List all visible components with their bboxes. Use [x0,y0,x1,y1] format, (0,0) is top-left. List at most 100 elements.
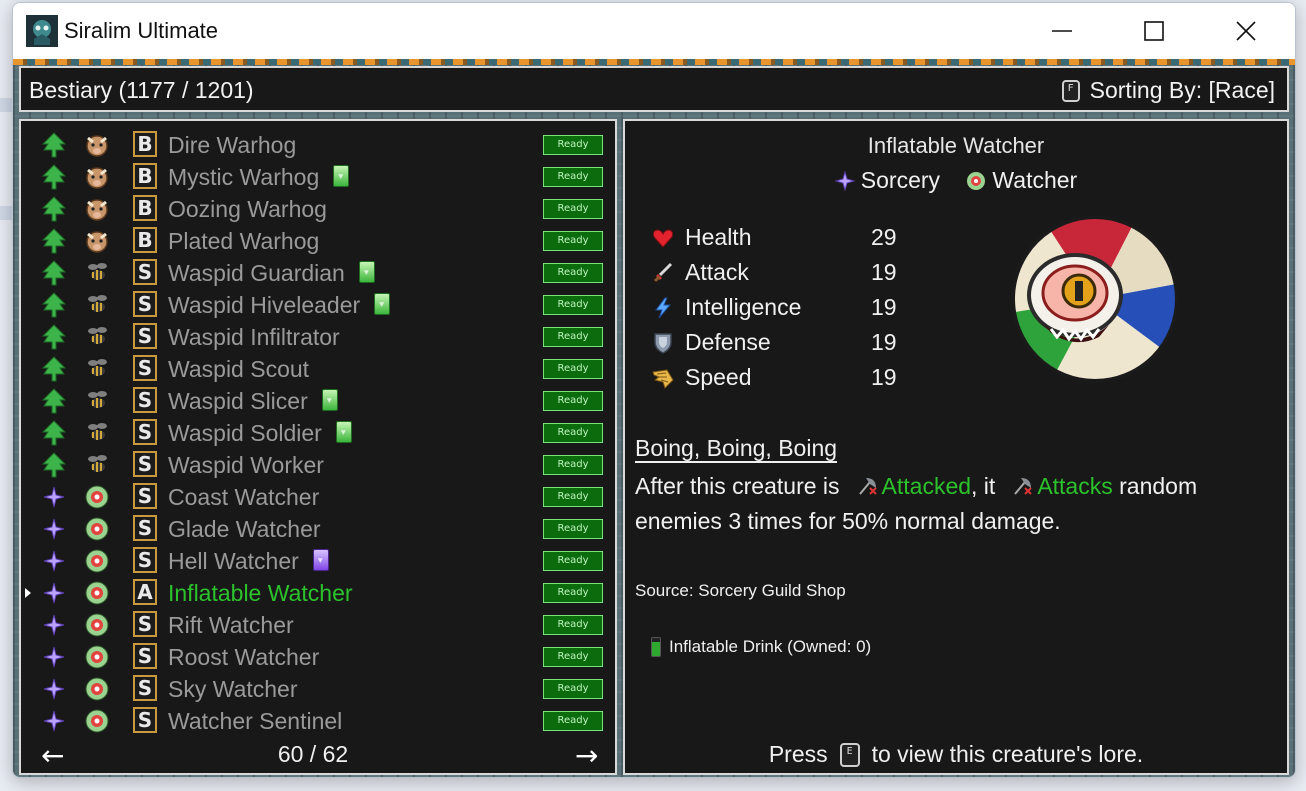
class-label: Sorcery [860,167,941,193]
ready-badge: Ready [543,359,603,379]
ready-badge: Ready [543,391,603,411]
list-item[interactable]: S Coast Watcher Ready [21,481,615,513]
rank-badge: S [133,515,157,541]
creature-label: Waspid Infiltrator [168,324,340,350]
close-button[interactable] [1200,3,1292,59]
waspid-icon [84,292,110,318]
list-item[interactable]: S Glade Watcher Ready [21,513,615,545]
watcher-icon [84,484,110,510]
ready-badge: Ready [543,167,603,187]
ready-badge: Ready [543,423,603,443]
list-item[interactable]: B Dire Warhog Ready [21,129,615,161]
list-item[interactable]: S Rift Watcher Ready [21,609,615,641]
sorcery-icon [41,676,67,702]
warhog-icon [84,196,110,222]
stat-row: Speed 19 [651,361,901,395]
creature-detail-panel: Inflatable Watcher Sorcery Watcher Healt… [623,119,1289,775]
list-item[interactable]: S Hell Watcher Ready [21,545,615,577]
rank-badge: S [133,547,157,573]
creature-name: Waspid Slicer [168,388,338,415]
green-gem-icon [374,293,391,315]
pager: ← 60 / 62 → [21,737,615,772]
purple-gem-icon [312,549,329,571]
green-gem-icon [358,261,375,283]
list-item[interactable]: S Waspid Soldier Ready [21,417,615,449]
stat-row: Health 29 [651,221,901,255]
creature-name: Waspid Guardian [168,260,375,287]
creature-name: Plated Warhog [168,228,319,255]
trait-text: , it [971,473,996,499]
watcher-icon [84,708,110,734]
arrow-right-icon[interactable]: → [575,739,598,772]
creature-list-panel: B Dire Warhog Ready B Mystic Warhog Ready B Ooz… [19,119,617,775]
keyword-attacks[interactable]: Attacks [1037,473,1112,499]
list-item[interactable]: S Watcher Sentinel Ready [21,705,615,737]
tree-icon [41,132,67,158]
tree-icon [41,260,67,286]
close-icon [1236,21,1256,41]
wing-icon [651,366,675,390]
stat-name: Health [685,224,752,250]
ready-badge: Ready [543,647,603,667]
list-item[interactable]: S Waspid Guardian Ready [21,257,615,289]
green-gem-icon [333,165,350,187]
ready-badge: Ready [543,199,603,219]
list-item[interactable]: S Waspid Scout Ready [21,353,615,385]
list-item[interactable]: B Plated Warhog Ready [21,225,615,257]
list-item[interactable]: A Inflatable Watcher Ready [21,577,615,609]
shield-icon [651,331,675,355]
list-item[interactable]: S Roost Watcher Ready [21,641,615,673]
creature-label: Coast Watcher [168,484,320,510]
key-f-icon: F [1061,79,1080,102]
creature-source: Source: Sorcery Guild Shop [635,581,846,600]
lightning-icon [651,296,675,320]
rank-badge: B [133,163,157,189]
family-label: Watcher [992,167,1078,193]
creature-name: Waspid Hiveleader [168,292,391,319]
creature-name: Waspid Soldier [168,420,352,447]
rank-badge: S [133,675,157,701]
creature-name: Hell Watcher [168,548,329,575]
key-e-icon[interactable]: E [839,742,860,767]
creature-tags: Sorcery Watcher [625,167,1287,197]
list-item[interactable]: S Sky Watcher Ready [21,673,615,705]
sort-control[interactable]: F Sorting By: [Race] [1061,77,1275,104]
ready-badge: Ready [543,551,603,571]
rank-badge: A [133,579,157,605]
sort-label: Sorting By: [Race] [1089,77,1275,103]
list-item[interactable]: S Waspid Infiltrator Ready [21,321,615,353]
creature-label: Hell Watcher [168,548,299,574]
stat-name: Attack [685,259,749,285]
waspid-icon [84,420,110,446]
rank-badge: S [133,643,157,669]
drink-label: Inflatable Drink (Owned: 0) [669,637,872,656]
creature-label: Waspid Worker [168,452,324,478]
sorcery-icon [41,644,67,670]
maximize-icon [1144,21,1164,41]
list-item[interactable]: S Waspid Worker Ready [21,449,615,481]
watcher-icon [967,171,986,190]
waspid-icon [84,356,110,382]
keyword-attacked[interactable]: Attacked [882,473,972,499]
creature-label: Roost Watcher [168,644,320,670]
list-item[interactable]: S Waspid Slicer Ready [21,385,615,417]
creature-label: Waspid Guardian [168,260,345,286]
sorcery-icon [41,484,67,510]
minimize-icon [1052,30,1072,32]
drink-item: Inflatable Drink (Owned: 0) [651,637,871,657]
sorcery-icon [834,170,855,191]
game-window: Siralim Ultimate Bestiary (1177 / 1201) … [12,2,1296,778]
watcher-icon [84,676,110,702]
ready-badge: Ready [543,231,603,251]
minimize-button[interactable] [1016,3,1108,59]
list-item[interactable]: S Waspid Hiveleader Ready [21,289,615,321]
maximize-button[interactable] [1108,3,1200,59]
list-item[interactable]: B Mystic Warhog Ready [21,161,615,193]
class-tag: Sorcery [834,167,941,194]
rank-badge: B [133,131,157,157]
axe-icon [858,478,877,495]
creature-name: Sky Watcher [168,676,298,703]
list-item[interactable]: B Oozing Warhog Ready [21,193,615,225]
rank-badge: B [133,195,157,221]
desktop-strip [0,98,12,112]
